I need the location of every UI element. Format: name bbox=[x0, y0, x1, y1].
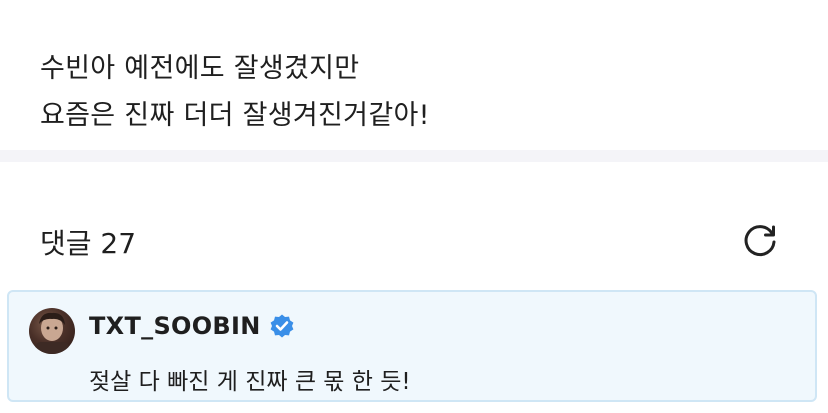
post-text-line-2: 요즘은 진짜 더더 잘생겨진거같아! bbox=[40, 100, 430, 131]
refresh-button[interactable] bbox=[738, 218, 782, 262]
comment-author-row: TXT_SOOBIN bbox=[89, 312, 295, 340]
comment-text: 젖살 다 빠진 게 진짜 큰 몫 한 듯! bbox=[89, 369, 411, 395]
pinned-comment-card[interactable]: TXT_SOOBIN 젖살 다 빠진 게 진짜 큰 몫 한 듯! bbox=[7, 290, 817, 402]
refresh-icon bbox=[744, 225, 776, 257]
comment-username[interactable]: TXT_SOOBIN bbox=[89, 312, 261, 340]
post-body: 수빈아 예전에도 잘생겼지만 요즘은 진짜 더더 잘생겨진거같아! bbox=[0, 0, 828, 150]
comments-header: 댓글 27 bbox=[0, 162, 828, 287]
comments-count-title: 댓글 27 bbox=[40, 227, 137, 260]
section-divider bbox=[0, 150, 828, 162]
verified-badge-icon bbox=[269, 313, 295, 339]
post-text-line-1: 수빈아 예전에도 잘생겼지만 bbox=[40, 53, 360, 84]
avatar[interactable] bbox=[29, 308, 75, 354]
